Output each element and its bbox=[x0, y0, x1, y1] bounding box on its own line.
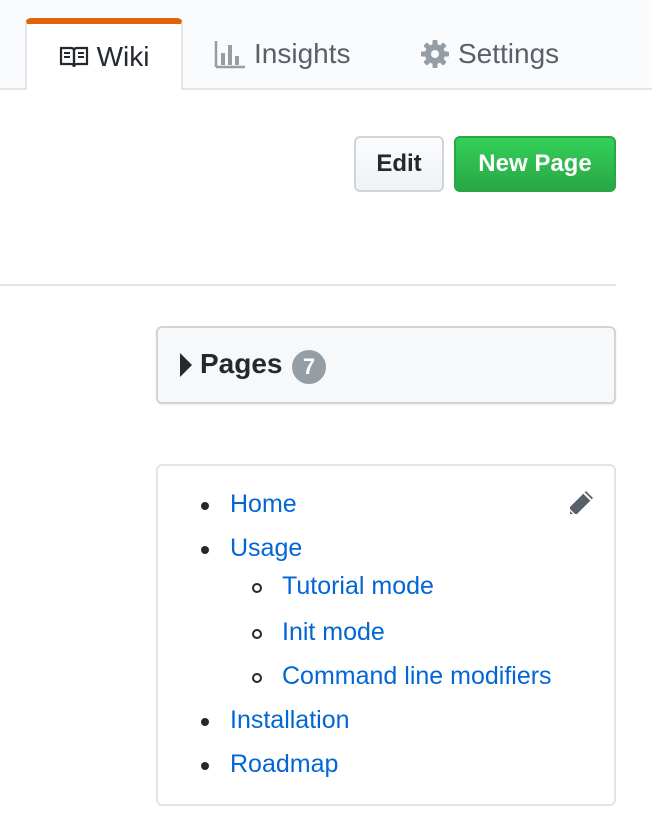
pages-toggle[interactable]: Pages 7 bbox=[156, 326, 616, 404]
repo-tab-bar: Wiki Insights Settings bbox=[0, 0, 652, 90]
tab-insights[interactable]: Insights bbox=[214, 18, 351, 90]
sidebar-link-roadmap[interactable]: Roadmap bbox=[230, 750, 338, 779]
tab-wiki-label: Wiki bbox=[96, 41, 150, 72]
sidebar-link-command-line-modifiers[interactable]: Command line modifiers bbox=[282, 662, 552, 691]
wiki-sidebar: Home Usage Tutorial mode Init mode Comma… bbox=[156, 464, 616, 806]
wiki-page: Wiki Insights Settings Edit New Page Pag… bbox=[0, 0, 652, 836]
circle-marker bbox=[252, 583, 262, 593]
circle-marker bbox=[252, 629, 262, 639]
sidebar-link-installation[interactable]: Installation bbox=[230, 706, 350, 735]
tab-settings-label: Settings bbox=[458, 38, 560, 69]
sidebar-link-init-mode[interactable]: Init mode bbox=[282, 618, 385, 647]
circle-marker bbox=[252, 673, 262, 683]
bullet-marker bbox=[201, 502, 209, 510]
sidebar-link-usage[interactable]: Usage bbox=[230, 534, 302, 563]
graph-icon bbox=[214, 39, 246, 69]
bullet-marker bbox=[201, 546, 209, 554]
header-divider bbox=[0, 284, 616, 286]
tab-wiki[interactable]: Wiki bbox=[25, 18, 183, 90]
tab-settings[interactable]: Settings bbox=[420, 18, 559, 90]
gear-icon bbox=[420, 39, 450, 69]
caret-right-icon bbox=[180, 353, 192, 377]
bullet-marker bbox=[201, 718, 209, 726]
tab-insights-label: Insights bbox=[254, 38, 351, 69]
new-page-button[interactable]: New Page bbox=[454, 136, 616, 192]
sidebar-link-tutorial-mode[interactable]: Tutorial mode bbox=[282, 572, 434, 601]
pages-label: Pages bbox=[200, 348, 283, 379]
sidebar-link-home[interactable]: Home bbox=[230, 490, 297, 519]
edit-button[interactable]: Edit bbox=[354, 136, 444, 192]
pencil-icon[interactable] bbox=[566, 488, 596, 518]
bullet-marker bbox=[201, 762, 209, 770]
book-icon bbox=[59, 45, 89, 69]
pages-count-badge: 7 bbox=[292, 350, 326, 384]
